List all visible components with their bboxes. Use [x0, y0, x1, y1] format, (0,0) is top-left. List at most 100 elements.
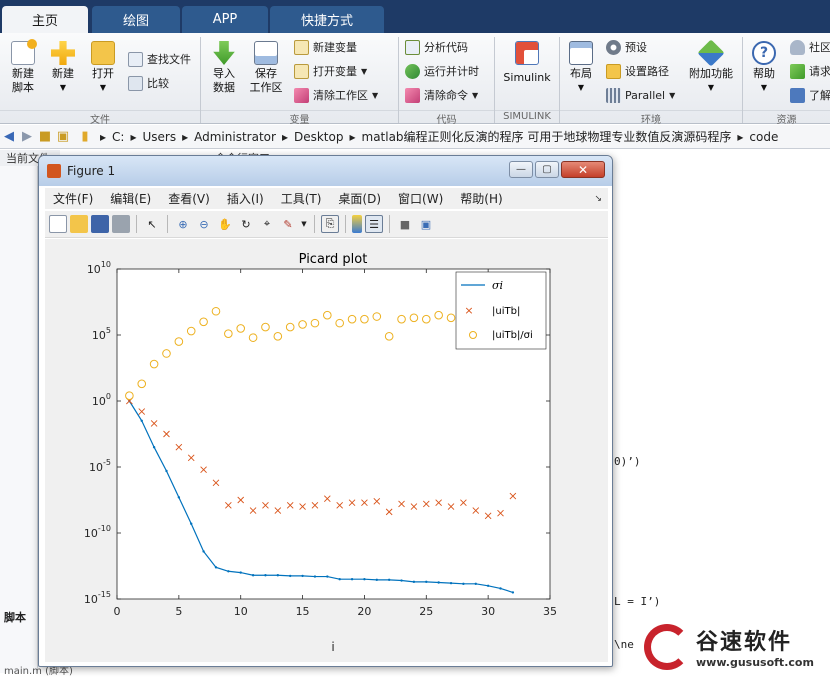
rotate-3d-icon[interactable]: ↻ — [237, 215, 255, 233]
y-tick-label: 10-10 — [84, 524, 111, 540]
sigma-point — [511, 591, 515, 594]
menu-desktop[interactable]: 桌面(D) — [330, 190, 390, 207]
x-tick-label: 5 — [175, 605, 182, 618]
menu-edit[interactable]: 编辑(E) — [102, 190, 160, 207]
simulink-button[interactable]: Simulink — [500, 41, 554, 85]
maximize-button[interactable]: ▢ — [535, 161, 559, 178]
menu-file[interactable]: 文件(F) — [45, 190, 102, 207]
chevron-down-icon[interactable]: ▼ — [300, 215, 308, 233]
path-segment[interactable]: Users — [142, 130, 176, 144]
data-cursor-icon[interactable]: ⌖ — [258, 215, 276, 233]
tab-apps[interactable]: APP — [182, 6, 268, 33]
hide-plot-tools-icon[interactable]: ■ — [396, 215, 414, 233]
toolbar-divider — [345, 215, 346, 233]
menu-tools[interactable]: 工具(T) — [273, 190, 331, 207]
layout-icon — [569, 41, 593, 65]
menu-help[interactable]: 帮助(H) — [452, 190, 511, 207]
path-segment[interactable]: C: — [112, 130, 124, 144]
request-support-button[interactable]: 请求 — [790, 61, 830, 81]
new-variable-button[interactable]: 新建变量 — [294, 37, 357, 57]
new-script-button[interactable]: 新建 脚本 — [6, 39, 40, 95]
save-workspace-button[interactable]: 保存 工作区 — [246, 41, 286, 95]
analyze-code-button[interactable]: 分析代码 — [405, 37, 468, 57]
clear-workspace-button[interactable]: 清除工作区 ▼ — [294, 85, 378, 105]
open-button[interactable]: 打开 ▼ — [86, 41, 120, 95]
link-plot-icon[interactable]: ⎘ — [321, 215, 339, 233]
current-folder-address-bar: ◀ ▶ ■ ▣ ▮ ▸ C: ▸ Users ▸ Administrator ▸… — [0, 125, 830, 149]
pan-hand-icon[interactable]: ✋ — [216, 215, 234, 233]
path-segment[interactable]: Administrator — [194, 130, 276, 144]
layout-button[interactable]: 布局 ▼ — [564, 41, 598, 95]
save-workspace-label: 保存 工作区 — [249, 67, 283, 94]
tab-plots[interactable]: 绘图 — [92, 6, 180, 33]
show-plot-tools-icon[interactable]: ▣ — [417, 215, 435, 233]
watermark: 谷速软件 www.gususoft.com — [640, 620, 830, 673]
simulink-label: Simulink — [503, 71, 551, 84]
brush-icon[interactable]: ✎ — [279, 215, 297, 233]
compare-icon — [128, 75, 143, 91]
chevron-down-icon: ▼ — [372, 90, 379, 100]
new-button[interactable]: 新建 ▼ — [46, 41, 80, 95]
community-button[interactable]: 社区 — [790, 37, 830, 57]
zoom-out-icon[interactable]: ⊖ — [195, 215, 213, 233]
tab-shortcuts[interactable]: 快捷方式 — [270, 6, 384, 33]
grid-plus-icon — [294, 39, 309, 55]
preferences-label: 预设 — [625, 41, 647, 54]
new-figure-icon[interactable] — [49, 215, 67, 233]
set-path-button[interactable]: 设置路径 — [606, 61, 669, 81]
dock-arrow-icon[interactable]: ↘ — [594, 194, 602, 204]
clear-commands-button[interactable]: 清除命令 ▼ — [405, 85, 478, 105]
x-tick-label: 10 — [234, 605, 248, 618]
y-tick-label: 105 — [92, 326, 111, 342]
watermark-logo-icon — [644, 623, 690, 670]
back-arrow-icon[interactable]: ◀ — [0, 129, 18, 144]
close-button[interactable]: ✕ — [561, 161, 605, 178]
preferences-button[interactable]: 预设 — [606, 37, 647, 57]
addons-button[interactable]: 附加功能 ▼ — [686, 39, 736, 95]
ribbon-toolbar: 新建 脚本 新建 ▼ 打开 ▼ 查找文件 比较 文件 导入 数据 保存 工作区 … — [0, 33, 830, 126]
minimize-button[interactable]: — — [509, 161, 533, 178]
forward-arrow-icon[interactable]: ▶ — [18, 129, 36, 144]
colorbar-icon[interactable] — [352, 215, 362, 233]
tab-home[interactable]: 主页 — [2, 6, 88, 33]
zoom-in-icon[interactable]: ⊕ — [174, 215, 192, 233]
menu-insert[interactable]: 插入(I) — [219, 190, 273, 207]
sigma-point — [165, 469, 168, 473]
eraser-icon — [294, 87, 309, 103]
up-folder-icon[interactable]: ■ — [36, 129, 54, 144]
sigma-point — [412, 580, 416, 584]
legend-entry-sigma: σi — [492, 279, 503, 292]
request-support-label: 请求 — [809, 65, 830, 78]
new-script-label: 新建 脚本 — [12, 67, 34, 94]
compare-button[interactable]: 比较 — [128, 73, 169, 93]
parallel-button[interactable]: Parallel ▼ — [606, 85, 675, 105]
import-data-button[interactable]: 导入 数据 — [206, 41, 242, 95]
chevron-down-icon: ▼ — [707, 83, 715, 92]
new-label: 新建 — [52, 67, 74, 80]
path-segment[interactable]: code — [749, 130, 778, 144]
menu-view[interactable]: 查看(V) — [160, 190, 219, 207]
learn-matlab-button[interactable]: 了解 — [790, 85, 830, 105]
help-button[interactable]: ? 帮助 ▼ — [748, 41, 780, 95]
legend[interactable]: σi × |uiTb| |uiTb|/σi — [455, 271, 547, 350]
x-tick-label: 25 — [419, 605, 433, 618]
save-workspace-icon — [254, 41, 278, 65]
sigma-point — [301, 574, 304, 578]
open-file-icon[interactable] — [70, 215, 88, 233]
pointer-icon[interactable]: ↖ — [143, 215, 161, 233]
open-variable-button[interactable]: 打开变量 ▼ — [294, 61, 367, 81]
path-segment[interactable]: matlab编程正则化反演的程序 可用于地球物理专业数值反演源码程序 — [362, 128, 732, 145]
run-and-time-button[interactable]: 运行并计时 — [405, 61, 479, 81]
sigma-point — [289, 574, 292, 578]
save-icon[interactable] — [91, 215, 109, 233]
browse-folder-icon[interactable]: ▣ — [54, 129, 72, 144]
learn-icon — [790, 87, 805, 103]
sigma-point — [400, 579, 403, 582]
print-icon[interactable] — [112, 215, 130, 233]
find-files-icon — [128, 51, 143, 67]
legend-icon[interactable]: ☰ — [365, 215, 383, 233]
find-files-button[interactable]: 查找文件 — [128, 49, 191, 69]
import-data-label: 导入 数据 — [213, 67, 235, 94]
path-segment[interactable]: Desktop — [294, 130, 344, 144]
menu-window[interactable]: 窗口(W) — [390, 190, 452, 207]
